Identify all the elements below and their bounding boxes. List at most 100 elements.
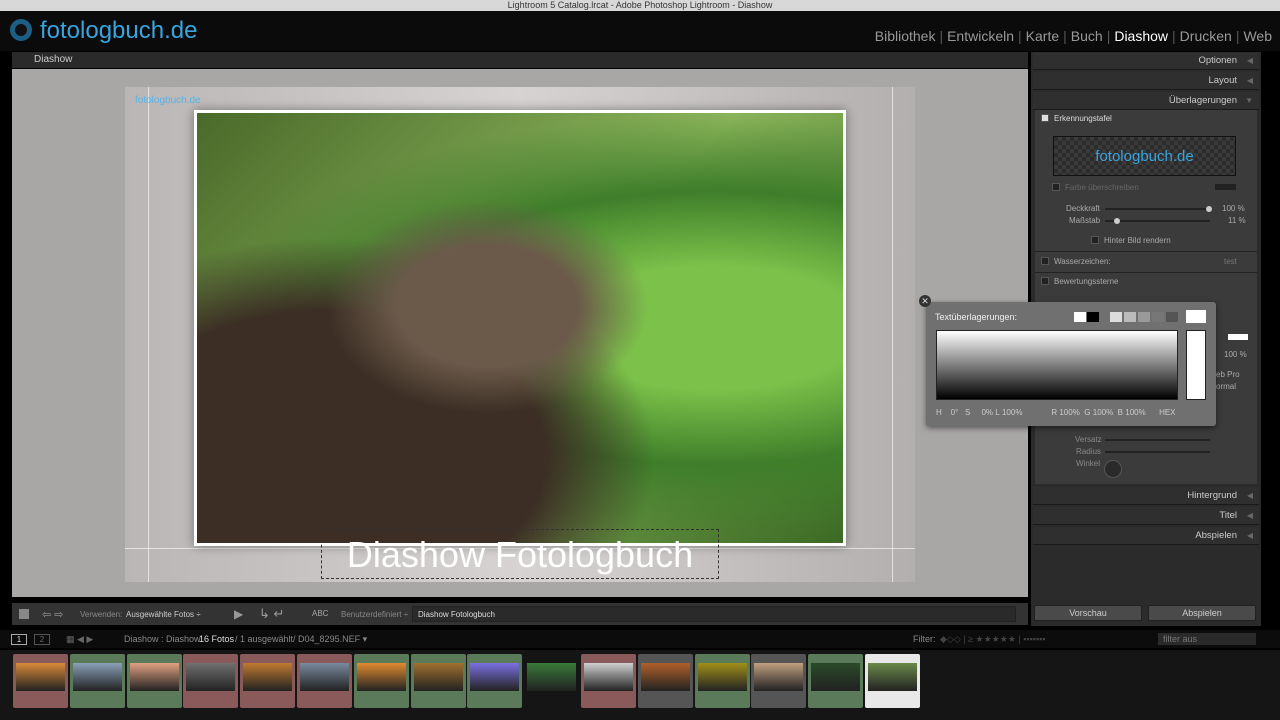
versatz-label: Versatz — [1075, 435, 1102, 444]
swatch-black[interactable] — [1087, 312, 1099, 322]
wasserzeichen-checkbox[interactable]: Wasserzeichen: — [1041, 257, 1111, 266]
preview-button[interactable]: Vorschau — [1034, 605, 1142, 621]
swatch-gray[interactable] — [1138, 312, 1150, 322]
stop-icon[interactable] — [19, 609, 29, 619]
thumbnail-image — [868, 663, 917, 691]
filmstrip-thumbnail[interactable] — [297, 654, 352, 708]
filter-label: Filter: — [913, 634, 936, 644]
selection-info[interactable]: / 1 ausgewählt/ D04_8295.NEF ▾ — [235, 630, 367, 648]
window-1-button[interactable]: 1 — [11, 634, 27, 645]
module-karte[interactable]: Karte — [1026, 28, 1059, 44]
filmstrip-thumbnail[interactable] — [694, 654, 750, 708]
filmstrip-thumbnail[interactable] — [240, 654, 296, 708]
farbe-checkbox[interactable]: Farbe überschreiben — [1052, 183, 1139, 192]
text-opacity-value[interactable]: 100 % — [1224, 350, 1247, 359]
filmstrip-thumbnail[interactable] — [467, 654, 523, 708]
filmstrip-thumbnail[interactable] — [581, 654, 636, 708]
text-input[interactable]: Diashow Fotologbuch — [412, 606, 1016, 622]
rotate-icons[interactable]: ↳ ↵ — [259, 606, 284, 622]
thumbnail-image — [527, 663, 577, 691]
filmstrip-thumbnail[interactable] — [637, 654, 693, 708]
wasserzeichen-select[interactable]: test — [1224, 257, 1237, 266]
swatch-gray[interactable] — [1166, 312, 1178, 322]
filter-select[interactable]: filter aus — [1158, 633, 1256, 645]
add-text-button[interactable]: ABC — [312, 609, 328, 618]
color-field[interactable] — [936, 330, 1178, 400]
deckkraft-value[interactable]: 100 % — [1222, 204, 1245, 213]
filmstrip-thumbnail[interactable] — [13, 654, 68, 708]
play-icon[interactable]: ▶ — [234, 607, 243, 621]
thumbnail-image — [470, 663, 520, 691]
swatch-gray[interactable] — [1110, 312, 1122, 322]
massstab-label: Maßstab — [1069, 216, 1101, 225]
close-icon[interactable]: ✕ — [919, 295, 931, 307]
filmstrip-thumbnail[interactable] — [183, 654, 239, 708]
versatz-slider[interactable] — [1105, 439, 1210, 441]
filmstrip-thumbnail[interactable] — [524, 654, 580, 708]
text-overlay[interactable]: Diashow Fotologbuch — [321, 529, 719, 579]
module-separator: | — [1235, 28, 1240, 44]
section-optionen[interactable]: Optionen — [1033, 52, 1259, 70]
bewertungssterne-checkbox[interactable]: Bewertungssterne — [1041, 277, 1118, 286]
window-2-button[interactable]: 2 — [34, 634, 50, 645]
swatch-white[interactable] — [1074, 312, 1086, 322]
filmstrip-thumbnail[interactable] — [126, 654, 182, 708]
logo-icon — [10, 19, 32, 41]
section-hintergrund[interactable]: Hintergrund — [1033, 487, 1259, 505]
verwenden-label: Verwenden: — [80, 610, 123, 619]
filmstrip-thumbnail[interactable] — [751, 654, 807, 708]
verwenden-select[interactable]: Ausgewählte Fotos ÷ — [126, 610, 201, 619]
swatch-gray[interactable] — [1152, 312, 1164, 322]
section-ueberlagerungen[interactable]: Überlagerungen — [1033, 92, 1259, 110]
color-swatch[interactable] — [1215, 184, 1236, 190]
play-button[interactable]: Abspielen — [1148, 605, 1256, 621]
section-titel[interactable]: Titel — [1033, 507, 1259, 525]
filmstrip-thumbnail[interactable] — [865, 654, 920, 708]
module-web[interactable]: Web — [1243, 28, 1272, 44]
deckkraft-slider[interactable] — [1105, 206, 1212, 212]
module-picker: Bibliothek | Entwickeln | Karte | Buch | Diashow… — [871, 28, 1272, 44]
lightness-slider[interactable] — [1186, 330, 1206, 400]
logo-text: fotologbuch.de — [40, 17, 198, 44]
slide-identity-plate[interactable]: fotologbuch.de — [135, 95, 201, 106]
erkennungstafel-checkbox[interactable]: Erkennungstafel — [1041, 114, 1112, 123]
text-source-select[interactable]: Benutzerdefiniert ÷ — [341, 610, 408, 619]
deckkraft-label: Deckkraft — [1066, 204, 1100, 213]
filmstrip-thumbnail[interactable] — [410, 654, 466, 708]
module-diashow[interactable]: Diashow — [1114, 28, 1168, 44]
filmstrip-thumbnail[interactable] — [808, 654, 864, 708]
thumbnail-image — [72, 663, 122, 691]
thumbnail-image — [754, 663, 804, 691]
current-color — [1186, 310, 1206, 323]
header-label: Diashow — [34, 54, 73, 65]
massstab-slider[interactable] — [1105, 218, 1210, 224]
font-select[interactable]: eb Pro — [1216, 370, 1240, 379]
module-buch[interactable]: Buch — [1071, 28, 1103, 44]
filter-stars[interactable]: ◆◇◇ | ≥ ★★★★★ | ▪▪▪▪▪▪▪ — [940, 630, 1046, 648]
module-bibliothek[interactable]: Bibliothek — [875, 28, 936, 44]
section-layout[interactable]: Layout — [1033, 72, 1259, 90]
thumbnail-image — [584, 663, 633, 691]
font-style-select[interactable]: ormal — [1216, 382, 1236, 391]
photo-count: 16 Fotos — [199, 634, 235, 644]
grid-nav-icons[interactable]: ▦ ◀ ▶ — [66, 630, 93, 648]
prev-next-icons[interactable]: ⇦ ⇨ — [42, 608, 64, 621]
left-panel-header: Diashow — [12, 52, 1028, 68]
radius-slider[interactable] — [1105, 451, 1210, 453]
section-abspielen[interactable]: Abspielen — [1033, 527, 1259, 545]
filmstrip-thumbnail[interactable] — [353, 654, 409, 708]
thumbnail-image — [300, 663, 349, 691]
filmstrip-bar: 1 2 ▦ ◀ ▶ Diashow : Diashow 16 Fotos / 1… — [0, 630, 1280, 648]
window-title: Lightroom 5 Catalog.lrcat - Adobe Photos… — [0, 0, 1280, 11]
hinter-bild-checkbox[interactable]: Hinter Bild rendern — [1091, 236, 1171, 245]
massstab-value[interactable]: 11 % — [1228, 216, 1246, 225]
winkel-dial[interactable] — [1104, 460, 1122, 478]
filmstrip-thumbnail[interactable] — [69, 654, 125, 708]
text-color-swatch[interactable] — [1228, 334, 1248, 340]
swatch-gray[interactable] — [1124, 312, 1136, 322]
module-drucken[interactable]: Drucken — [1180, 28, 1232, 44]
source-path[interactable]: Diashow : Diashow — [124, 630, 201, 648]
module-entwickeln[interactable]: Entwickeln — [947, 28, 1014, 44]
slide-photo — [194, 110, 846, 546]
identity-plate-picker[interactable]: fotologbuch.de — [1053, 136, 1236, 176]
